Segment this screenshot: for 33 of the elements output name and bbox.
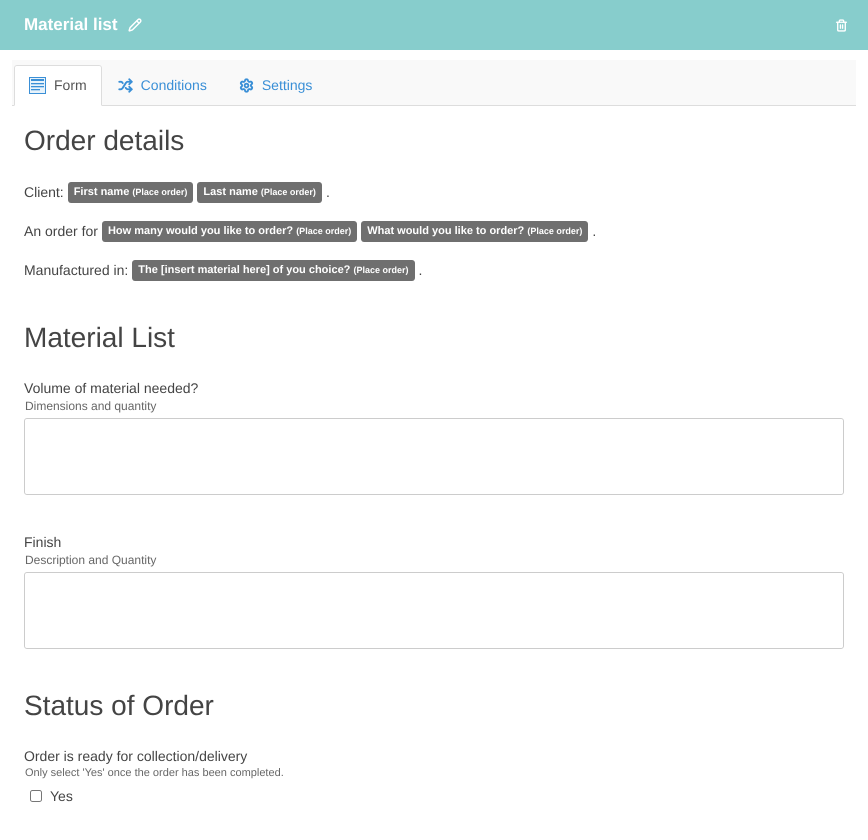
field-tag: What would you like to order? (Place order) xyxy=(361,221,588,242)
field-label: Finish xyxy=(24,533,62,551)
field-hint: Description and Quantity xyxy=(25,552,158,569)
tab[interactable]: Form xyxy=(14,65,102,106)
option-label: Yes xyxy=(50,786,73,806)
section-heading: Material List xyxy=(24,321,176,355)
field-tag: The [insert material here] of you choice? (Place order) xyxy=(132,260,414,281)
field-hint: Only select 'Yes' once the order has been completed. xyxy=(25,766,285,781)
field-tag: How many would you like to order? (Place order) xyxy=(102,221,358,242)
shuffle-icon xyxy=(118,78,133,92)
delete-icon[interactable] xyxy=(835,18,848,32)
field-hint: Dimensions and quantity xyxy=(25,398,158,415)
field-label: An order for xyxy=(24,222,98,241)
form-icon xyxy=(29,77,46,94)
field-tag: First name (Place order) xyxy=(68,182,194,203)
field-label: Volume of material needed? xyxy=(24,379,200,397)
period: . xyxy=(326,183,330,202)
section-heading: Order details xyxy=(24,124,186,158)
edit-icon[interactable] xyxy=(128,18,142,32)
field-tag: Last name (Place order) xyxy=(197,182,322,203)
text-area[interactable] xyxy=(24,572,844,649)
section-heading: Status of Order xyxy=(24,689,215,723)
period: . xyxy=(418,261,422,280)
field-label: Manufactured in: xyxy=(24,261,128,280)
tab[interactable]: Conditions xyxy=(102,65,223,105)
field-label: Client: xyxy=(24,183,64,202)
field-label: Order is ready for collection/delivery xyxy=(24,747,248,765)
settings-icon xyxy=(238,78,254,92)
checkbox[interactable] xyxy=(30,790,42,802)
tab[interactable]: Settings xyxy=(222,65,328,105)
period: . xyxy=(592,222,596,241)
page-title: Material list xyxy=(24,14,118,36)
text-area[interactable] xyxy=(24,418,844,495)
